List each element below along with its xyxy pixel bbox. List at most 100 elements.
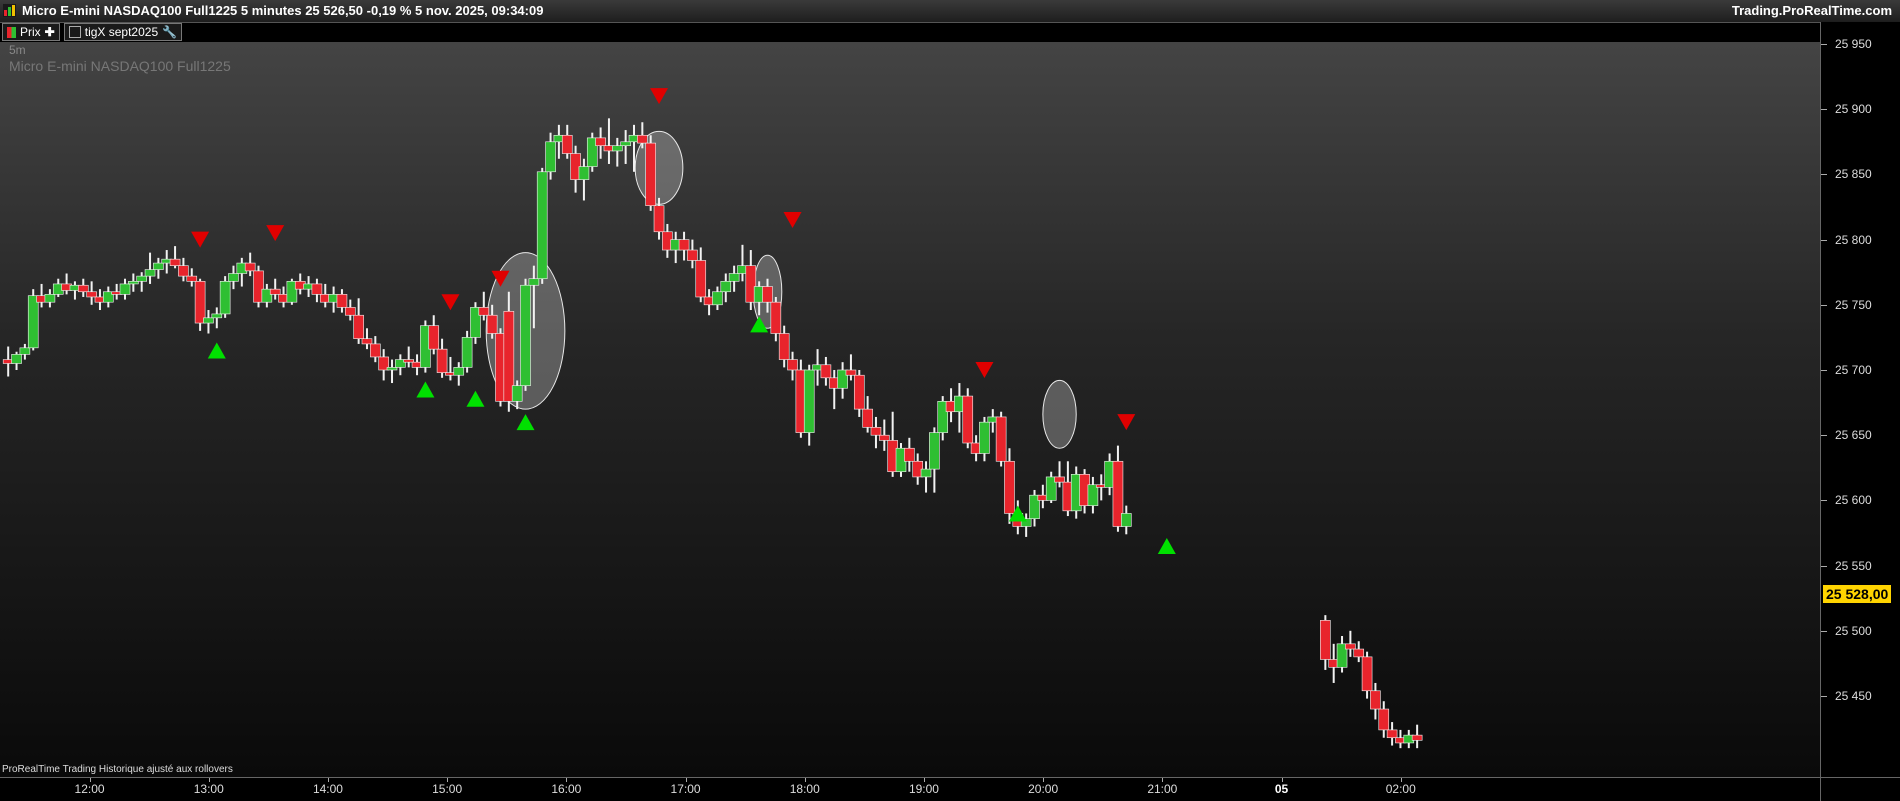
candle-down [186, 275, 198, 282]
candle-up [929, 432, 940, 470]
candle-down [370, 343, 381, 358]
candle-down [637, 134, 648, 144]
candle-down [194, 281, 206, 324]
indicator-checkbox-icon[interactable] [68, 26, 81, 38]
price-label: 25 600 [1835, 493, 1872, 508]
candle-down [353, 314, 364, 340]
indicator-button[interactable]: tigX sept2025 🔧 [63, 23, 183, 41]
candle-up [720, 281, 732, 293]
price-tick [1821, 565, 1827, 567]
candle-up [728, 273, 740, 282]
candle-down [1361, 656, 1373, 692]
app-logo-icon [3, 4, 16, 17]
title-bar: Micro E-mini NASDAQ100 Full1225 5 minute… [0, 0, 1900, 23]
chart-area[interactable]: 5m Micro E-mini NASDAQ100 Full1225 ProRe… [0, 42, 1820, 777]
price-label: 25 650 [1835, 428, 1872, 443]
candle-up [578, 166, 590, 180]
price-tick [1821, 109, 1827, 111]
time-label: 20:00 [1028, 782, 1059, 796]
price-label: 25 450 [1835, 689, 1872, 703]
candle-up [219, 281, 231, 315]
price-label: 25 900 [1835, 102, 1872, 117]
price-label: 25 850 [1835, 167, 1872, 182]
time-label: 12:00 [74, 782, 105, 796]
price-label: 25 750 [1835, 297, 1872, 312]
candle-down [1386, 729, 1398, 739]
candle-down [561, 134, 573, 154]
buy-signal-triangle [1157, 538, 1176, 555]
candle-down [695, 260, 707, 298]
chart-toolbar: Prix ✚ tigX sept2025 🔧 [0, 22, 183, 42]
candle-down [244, 262, 256, 272]
price-tick [1821, 435, 1827, 437]
candle-down [787, 359, 798, 371]
price-chart[interactable] [0, 42, 1820, 777]
candle-down [845, 369, 857, 376]
last-price-badge: 25 528,00 [1823, 585, 1892, 604]
time-label: 17:00 [670, 782, 701, 796]
candle-up [44, 294, 56, 303]
candle-up [536, 171, 548, 280]
time-label: 19:00 [908, 782, 939, 796]
candle-down [678, 239, 690, 251]
candle-down [1353, 648, 1365, 658]
candle-down [995, 416, 1007, 462]
candle-down [428, 325, 440, 350]
candle-down [653, 205, 665, 233]
price-tick [1821, 304, 1827, 306]
candle-down [178, 265, 189, 277]
candle-down [336, 294, 348, 308]
candle-up [461, 337, 473, 368]
wrench-icon[interactable]: 🔧 [162, 25, 177, 39]
time-label: 18:00 [789, 782, 820, 796]
candle-down [870, 427, 882, 436]
candle-up [386, 367, 398, 371]
candle-down [904, 447, 915, 462]
price-button[interactable]: Prix ✚ [2, 23, 60, 41]
candle-down [478, 307, 490, 316]
sell-signal-triangle [650, 88, 669, 105]
price-label: 25 800 [1835, 232, 1872, 247]
brand-link[interactable]: Trading.ProRealTime.com [1732, 3, 1892, 18]
candle-down [436, 348, 448, 373]
candle-down [361, 338, 373, 345]
candle-down [311, 283, 323, 295]
candle-down [595, 137, 606, 147]
candle-down [1345, 643, 1356, 650]
candle-up [228, 273, 239, 282]
price-tick [1821, 696, 1827, 697]
timeframe-label: 5m [9, 43, 26, 57]
instrument-label: Micro E-mini NASDAQ100 Full1225 [9, 58, 231, 74]
candle-down [1054, 476, 1065, 483]
candle-down [486, 314, 498, 334]
candle-up [119, 283, 131, 295]
candle-up [211, 313, 223, 319]
candle-down [344, 307, 356, 316]
axis-corner [1820, 777, 1900, 801]
candle-up [803, 369, 815, 433]
candle-down [762, 286, 773, 303]
time-axis[interactable]: 12:00 13:00 14:00 15:00 16:00 17:00 18:00 19:00… [0, 777, 1820, 801]
candle-up [1087, 484, 1099, 506]
candle-up [1120, 513, 1132, 527]
candle-down [879, 434, 890, 441]
price-label: 25 700 [1835, 363, 1872, 377]
candle-down [269, 288, 281, 295]
highlight-ellipse [1042, 379, 1077, 449]
candle-up [511, 385, 523, 402]
candle-down [770, 301, 782, 334]
add-icon[interactable]: ✚ [45, 25, 55, 39]
candle-up [203, 317, 214, 324]
candle-down [962, 395, 974, 444]
price-label: Prix [20, 25, 41, 39]
price-tick [1821, 239, 1827, 241]
sell-signal-triangle [1117, 414, 1136, 431]
sell-signal-triangle [191, 231, 210, 248]
time-label: 16:00 [551, 782, 582, 796]
buy-signal-triangle [416, 381, 435, 398]
time-label: 15:00 [432, 782, 463, 796]
candle-up [136, 275, 147, 282]
candle-up [920, 468, 932, 478]
price-axis[interactable]: 25 950 25 900 25 850 25 800 25 750 25 700 25 6… [1820, 22, 1900, 777]
candle-down [687, 249, 698, 261]
